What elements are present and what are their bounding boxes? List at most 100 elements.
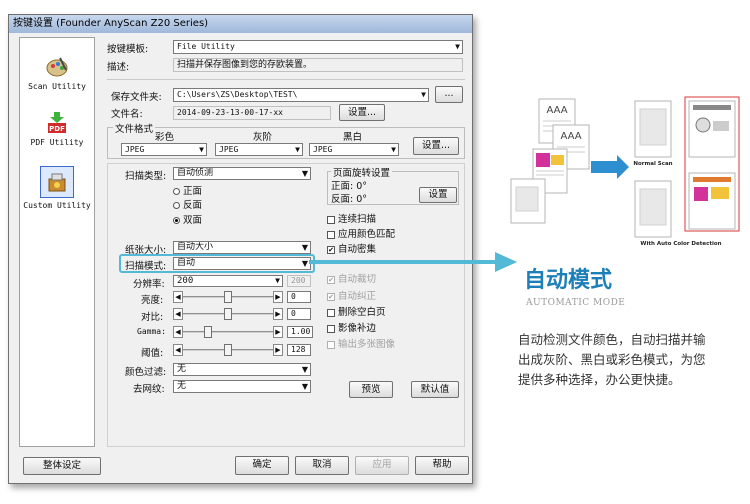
- checkbox-auto-deskew: ✔ 自动纠正: [327, 288, 376, 302]
- slider-thumb[interactable]: [224, 344, 232, 356]
- color-format-select[interactable]: JPEG ▼: [121, 143, 207, 156]
- promo-text-line: 自动检测文件颜色，自动扫描并输: [518, 332, 706, 347]
- arrow-left-icon[interactable]: ◀: [173, 326, 183, 338]
- bw-format-label: 黑白: [343, 132, 363, 143]
- checkbox-label: 删除空白页: [338, 307, 386, 318]
- rotation-back: 反面: 0°: [331, 194, 368, 205]
- radio-duplex[interactable]: 双面: [173, 212, 202, 226]
- cancel-button[interactable]: 取消: [295, 456, 349, 475]
- divider: [107, 79, 465, 80]
- file-name-field[interactable]: 2014-09-23-13-00-17-xx: [173, 106, 331, 120]
- svg-text:PDF: PDF: [49, 125, 65, 133]
- help-button[interactable]: 帮助: [415, 456, 469, 475]
- arrow-right-icon[interactable]: ▶: [273, 326, 283, 338]
- paper-size-select[interactable]: 自动大小 ▼: [173, 241, 311, 254]
- radio-front[interactable]: 正面: [173, 183, 202, 197]
- checkbox-label: 影像补边: [338, 323, 377, 334]
- color-format-label: 彩色: [155, 132, 175, 143]
- custom-tool-icon: [48, 173, 66, 192]
- gamma-value[interactable]: 1.00: [287, 326, 313, 338]
- scan-type-select[interactable]: 自动侦测 ▼: [173, 167, 311, 180]
- resolution-select[interactable]: 200 ▼: [173, 275, 283, 287]
- checkbox-edge-fill[interactable]: 影像补边: [327, 320, 376, 334]
- file-name-label: 文件名:: [111, 109, 143, 120]
- arrow-left-icon[interactable]: ◀: [173, 291, 183, 303]
- scan-type-label: 扫描类型:: [125, 171, 167, 182]
- promo-subheading: AUTOMATIC MODE: [526, 298, 626, 308]
- threshold-slider[interactable]: ◀ ▶: [173, 344, 283, 356]
- template-label: 按键模板:: [107, 44, 149, 55]
- slider-thumb[interactable]: [224, 291, 232, 303]
- ok-button[interactable]: 确定: [235, 456, 289, 475]
- normal-scan-caption: Normal Scan: [633, 161, 672, 167]
- gamma-slider[interactable]: ◀ ▶: [173, 326, 283, 338]
- contrast-slider[interactable]: ◀ ▶: [173, 308, 283, 320]
- arrow-right-icon[interactable]: ▶: [273, 308, 283, 320]
- checkbox-remove-blank[interactable]: 删除空白页: [327, 304, 386, 318]
- apply-button: 应用: [355, 456, 409, 475]
- preview-button[interactable]: 预览: [349, 381, 393, 398]
- brightness-slider[interactable]: ◀ ▶: [173, 291, 283, 303]
- scan-mode-select[interactable]: 自动 ▼: [173, 257, 311, 270]
- slider-thumb[interactable]: [203, 326, 212, 338]
- sidebar-item-label: Scan Utility: [28, 82, 86, 91]
- check-mark-icon: ✔: [327, 292, 335, 301]
- slider-thumb[interactable]: [224, 308, 232, 320]
- arrow-right-icon[interactable]: ▶: [273, 344, 283, 356]
- global-settings-button[interactable]: 整体设定: [23, 457, 101, 475]
- checkbox-color-match[interactable]: 应用颜色匹配: [327, 226, 395, 240]
- descreen-label: 去网纹:: [133, 384, 165, 395]
- checkbox-box: [327, 230, 335, 239]
- checkbox-continuous-scan[interactable]: 连续扫描: [327, 211, 376, 225]
- bw-format-select[interactable]: JPEG ▼: [309, 143, 399, 156]
- save-folder-select[interactable]: C:\Users\ZS\Desktop\TEST\ ▼: [173, 88, 429, 102]
- file-format-settings-button[interactable]: 设置...: [413, 137, 459, 155]
- descreen-value: 无: [177, 381, 187, 391]
- file-name-settings-button[interactable]: 设置...: [339, 104, 385, 121]
- rotation-settings-button[interactable]: 设置: [419, 187, 457, 203]
- save-folder-value: C:\Users\ZS\Desktop\TEST\: [177, 90, 298, 99]
- descreen-select[interactable]: 无 ▼: [173, 380, 311, 393]
- utility-sidebar: Scan Utility PDF PDF Utility Custom Util…: [19, 37, 95, 447]
- gray-format-value: JPEG: [219, 145, 239, 154]
- color-filter-select[interactable]: 无 ▼: [173, 363, 311, 376]
- paper-size-value: 自动大小: [177, 242, 214, 252]
- arrow-left-icon[interactable]: ◀: [173, 308, 183, 320]
- gray-format-select[interactable]: JPEG ▼: [215, 143, 303, 156]
- template-select[interactable]: File Utility ▼: [173, 40, 463, 54]
- color-filter-value: 无: [177, 364, 187, 374]
- checkbox-box: [327, 308, 335, 317]
- threshold-value[interactable]: 128: [287, 344, 311, 356]
- chevron-down-icon: ▼: [301, 365, 308, 374]
- browse-button[interactable]: ...: [435, 86, 463, 103]
- sidebar-item-pdf-utility[interactable]: PDF PDF Utility: [20, 112, 94, 147]
- chevron-down-icon: ▼: [421, 90, 426, 99]
- checkbox-label: 连续扫描: [338, 214, 377, 225]
- gray-format-label: 灰阶: [253, 132, 273, 143]
- sidebar-item-scan-utility[interactable]: Scan Utility: [20, 56, 94, 91]
- chevron-down-icon: ▼: [199, 145, 204, 154]
- radio-back-label: 反面: [183, 200, 203, 211]
- callout-arrowhead: [495, 252, 517, 272]
- threshold-label: 阈值:: [141, 348, 164, 359]
- chevron-down-icon: ▼: [391, 145, 396, 154]
- chevron-down-icon: ▼: [455, 42, 460, 51]
- scan-mode-value: 自动: [177, 258, 196, 268]
- description-label: 描述:: [107, 62, 130, 73]
- promo-heading: 自动模式: [524, 268, 613, 293]
- checkbox-label: 输出多张图像: [338, 339, 396, 350]
- checkbox-label: 自动纠正: [338, 291, 377, 302]
- brightness-value[interactable]: 0: [287, 291, 311, 303]
- color-filter-label: 颜色过滤:: [125, 367, 167, 378]
- auto-color-caption: With Auto Color Detection: [640, 241, 721, 247]
- brightness-label: 亮度:: [141, 295, 164, 306]
- radio-back[interactable]: 反面: [173, 197, 202, 211]
- promo-text-line: 提供多种选择，办公更快捷。: [518, 372, 681, 387]
- arrow-left-icon[interactable]: ◀: [173, 344, 183, 356]
- sidebar-item-custom-utility[interactable]: Custom Utility: [20, 166, 94, 210]
- chevron-down-icon: ▼: [301, 169, 308, 178]
- arrow-right-icon[interactable]: ▶: [273, 291, 283, 303]
- scan-type-value: 自动侦测: [177, 168, 214, 178]
- contrast-value[interactable]: 0: [287, 308, 311, 320]
- default-button[interactable]: 默认值: [411, 381, 459, 398]
